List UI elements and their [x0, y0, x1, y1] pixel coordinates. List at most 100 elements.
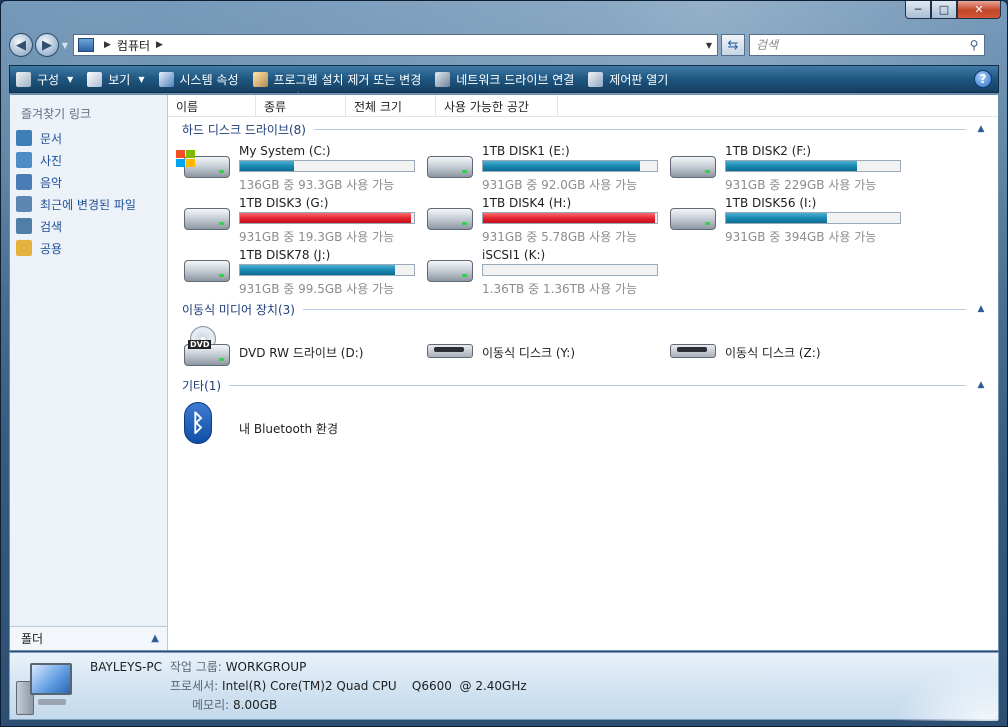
- collapse-icon[interactable]: ▲: [974, 124, 988, 134]
- breadcrumb-separator-icon[interactable]: ▶: [104, 40, 111, 50]
- network-drive-icon: [435, 71, 451, 87]
- minimize-button[interactable]: ─: [905, 1, 931, 19]
- map-network-drive-button[interactable]: 네트워크 드라이브 연결: [435, 71, 574, 88]
- column-headers: 이름 종류 ˄ 전체 크기 사용 가능한 공간: [168, 92, 998, 117]
- column-total-size[interactable]: 전체 크기: [346, 95, 436, 117]
- system-properties-icon: [158, 71, 174, 87]
- recent-pages-dropdown[interactable]: ▼: [59, 41, 71, 50]
- breadcrumb-computer[interactable]: 컴퓨터: [117, 37, 150, 54]
- address-dropdown-icon[interactable]: ▼: [701, 41, 717, 50]
- hard-disk-icon: [419, 150, 473, 180]
- drive-tile-dvd[interactable]: DVD DVD RW 드라이브 (D:): [176, 324, 419, 374]
- hard-disk-icon: [176, 254, 230, 284]
- drive-tile[interactable]: 1TB DISK56 (I:) 931GB 중 394GB 사용 가능: [662, 196, 905, 246]
- views-label: 보기: [108, 72, 131, 87]
- nav-item-label: 문서: [40, 131, 63, 146]
- usage-bar: [239, 264, 415, 276]
- uninstall-program-button[interactable]: 프로그램 설치 제거 또는 변경: [252, 71, 421, 88]
- drive-name: 1TB DISK56 (I:): [725, 196, 817, 210]
- usage-fill: [483, 213, 656, 223]
- nav-item-recent-files[interactable]: 최근에 변경된 파일: [16, 193, 136, 215]
- usage-fill: [726, 161, 857, 171]
- group-hard-disks[interactable]: 하드 디스크 드라이브(8) ▲: [168, 120, 998, 138]
- nav-item-label: 검색: [40, 219, 63, 234]
- drive-tile[interactable]: 1TB DISK4 (H:) 931GB 중 5.78GB 사용 가능: [419, 196, 662, 246]
- drive-tile[interactable]: 1TB DISK78 (J:) 931GB 중 99.5GB 사용 가능: [176, 248, 419, 298]
- folders-toggle[interactable]: 폴더 ▲: [10, 626, 167, 650]
- system-properties-label: 시스템 속성: [179, 72, 239, 87]
- column-free-space[interactable]: 사용 가능한 공간: [436, 95, 558, 117]
- drive-tile-removable-z[interactable]: 이동식 디스크 (Z:): [662, 324, 905, 374]
- breadcrumb-separator-icon[interactable]: ▶: [156, 40, 163, 50]
- help-button[interactable]: ?: [974, 70, 992, 88]
- group-other[interactable]: 기타(1) ▲: [168, 376, 998, 394]
- address-bar[interactable]: ▶ 컴퓨터 ▶ ▼: [73, 34, 718, 56]
- nav-item-music[interactable]: 음악: [16, 171, 136, 193]
- workgroup-label: 작업 그룹:: [169, 660, 222, 674]
- detail-row-processor: 프로세서: Intel(R) Core(TM)2 Quad CPU Q6600 …: [170, 677, 527, 694]
- organize-icon: [16, 71, 31, 87]
- windows-drive-icon: [176, 150, 230, 180]
- drive-tile-removable-y[interactable]: 이동식 디스크 (Y:): [419, 324, 662, 374]
- file-list: 이름 종류 ˄ 전체 크기 사용 가능한 공간 하드 디스크 드라이브(8) ▲ …: [168, 92, 998, 650]
- drive-name: 1TB DISK78 (J:): [239, 248, 331, 262]
- search-folder-icon: [16, 218, 32, 234]
- favorite-links-list: 문서 사진 음악 최근에 변경된 파일 검색 공용: [16, 127, 136, 259]
- system-properties-button[interactable]: 시스템 속성: [158, 71, 239, 88]
- usage-bar: [725, 212, 901, 224]
- drive-tile[interactable]: iSCSI1 (K:) 1.36TB 중 1.36TB 사용 가능: [419, 248, 662, 298]
- drive-name: 이동식 디스크 (Y:): [482, 346, 576, 360]
- drive-tile[interactable]: 1TB DISK3 (G:) 931GB 중 19.3GB 사용 가능: [176, 196, 419, 246]
- drive-tile[interactable]: 1TB DISK1 (E:) 931GB 중 92.0GB 사용 가능: [419, 144, 662, 194]
- usage-fill: [726, 213, 827, 223]
- command-bar: 구성 ▼ 보기 ▼ 시스템 속성 프로그램 설치 제거 또는 변경 네트워크 드…: [9, 65, 999, 93]
- column-label: 종류: [264, 99, 287, 114]
- group-removable-media[interactable]: 이동식 미디어 장치(3) ▲: [168, 300, 998, 318]
- control-panel-button[interactable]: 제어판 열기: [588, 71, 668, 88]
- chevron-down-icon: ▼: [138, 74, 145, 84]
- nav-item-label: 최근에 변경된 파일: [40, 197, 136, 212]
- address-row: ◀ ▶ ▼ ▶ 컴퓨터 ▶ ▼ ⇆ ⚲: [9, 31, 999, 59]
- dvd-drive-icon: DVD: [176, 326, 230, 366]
- usage-bar: [482, 212, 658, 224]
- group-title: 기타(1): [182, 378, 222, 393]
- forward-button[interactable]: ▶: [35, 33, 59, 57]
- nav-item-searches[interactable]: 검색: [16, 215, 136, 237]
- public-folder-icon: [16, 240, 32, 256]
- chevron-down-icon: ▼: [67, 74, 74, 84]
- group-title: 이동식 미디어 장치(3): [182, 302, 295, 317]
- search-input[interactable]: [756, 38, 964, 52]
- back-button[interactable]: ◀: [9, 33, 33, 57]
- bluetooth-tile[interactable]: ᛒ 내 Bluetooth 환경: [176, 400, 419, 450]
- content-area: 즐겨찾기 링크 문서 사진 음악 최근에 변경된 파일 검색 공용 폴더 ▲ 이…: [9, 92, 999, 651]
- organize-button[interactable]: 구성 ▼: [16, 71, 73, 88]
- workgroup-value: WORKGROUP: [225, 660, 307, 674]
- maximize-button[interactable]: □: [931, 1, 957, 19]
- search-icon[interactable]: ⚲: [964, 38, 984, 52]
- nav-item-public[interactable]: 공용: [16, 237, 136, 259]
- column-type[interactable]: 종류 ˄: [256, 92, 346, 117]
- nav-item-label: 음악: [40, 175, 63, 190]
- refresh-button[interactable]: ⇆: [721, 34, 745, 56]
- views-button[interactable]: 보기 ▼: [87, 71, 145, 88]
- forward-arrow-icon: ▶: [42, 37, 52, 53]
- map-network-drive-label: 네트워크 드라이브 연결: [456, 72, 575, 87]
- collapse-icon[interactable]: ▲: [974, 380, 988, 390]
- usage-fill: [240, 161, 294, 171]
- nav-item-pictures[interactable]: 사진: [16, 149, 136, 171]
- usage-bar: [482, 264, 658, 276]
- hard-disk-icon: [419, 202, 473, 232]
- hard-disk-icon: [662, 150, 716, 180]
- computer-icon: [78, 38, 94, 52]
- group-title: 하드 디스크 드라이브(8): [182, 122, 306, 137]
- close-button[interactable]: ✕: [957, 1, 1001, 19]
- usage-fill: [483, 161, 640, 171]
- drive-tile[interactable]: 1TB DISK2 (F:) 931GB 중 229GB 사용 가능: [662, 144, 905, 194]
- drive-name: iSCSI1 (K:): [482, 248, 546, 262]
- folders-label: 폴더: [21, 632, 44, 646]
- collapse-icon[interactable]: ▲: [974, 304, 988, 314]
- navigation-pane: 즐겨찾기 링크 문서 사진 음악 최근에 변경된 파일 검색 공용 폴더 ▲: [10, 95, 168, 650]
- drive-tile[interactable]: My System (C:) 136GB 중 93.3GB 사용 가능: [176, 144, 419, 194]
- nav-item-documents[interactable]: 문서: [16, 127, 136, 149]
- column-name[interactable]: 이름: [168, 95, 256, 117]
